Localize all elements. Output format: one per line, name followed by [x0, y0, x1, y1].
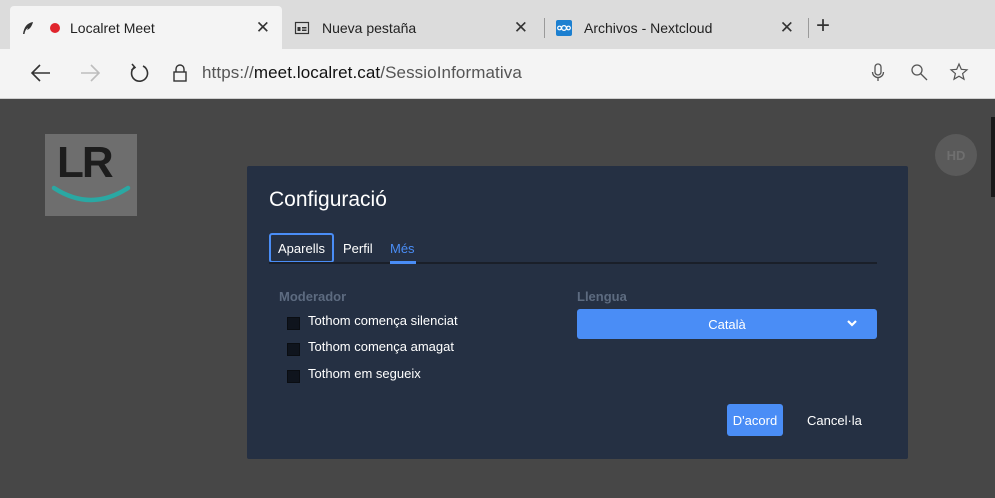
close-tab-icon[interactable]: ✕	[514, 18, 528, 38]
tab-localret-meet[interactable]: Localret Meet ✕	[10, 6, 282, 49]
language-select[interactable]: Català	[577, 309, 877, 339]
meeting-background: LR HD Configuració Aparells Perfil Més M…	[0, 99, 995, 498]
favorite-star-icon[interactable]	[949, 62, 969, 87]
settings-dialog: Configuració Aparells Perfil Més Moderad…	[247, 166, 908, 459]
tab-nueva-pestana[interactable]: Nueva pestaña ✕	[284, 6, 540, 49]
refresh-icon[interactable]	[128, 59, 150, 94]
url-scheme: https://	[202, 63, 254, 82]
checkbox-silenciat[interactable]	[287, 317, 300, 330]
chevron-down-icon	[845, 316, 859, 330]
forward-arrow-icon[interactable]	[79, 59, 101, 94]
tab-title: Archivos - Nextcloud	[584, 19, 713, 36]
checkbox-label: Tothom em segueix	[308, 366, 421, 381]
new-tab-button[interactable]: +	[816, 14, 830, 38]
url-path: /SessioInformativa	[380, 63, 522, 82]
avatar[interactable]: HD	[935, 134, 977, 176]
tab-title: Localret Meet	[70, 19, 155, 36]
url-field[interactable]: https://meet.localret.cat/SessioInformat…	[202, 63, 522, 83]
recording-dot-icon	[50, 22, 60, 33]
language-selected-value: Català	[708, 316, 746, 332]
tab-underline	[269, 262, 877, 264]
localret-logo: LR	[45, 134, 137, 216]
tab-perfil[interactable]: Perfil	[343, 233, 373, 263]
tab-separator	[808, 18, 809, 38]
checkbox-amagat[interactable]	[287, 343, 300, 356]
checkbox-label: Tothom comença silenciat	[308, 313, 458, 328]
tab-mes-indicator	[390, 261, 416, 264]
moderator-section-label: Moderador	[279, 289, 347, 304]
close-tab-icon[interactable]: ✕	[780, 18, 794, 38]
scrollbar-thumb[interactable]	[991, 117, 995, 197]
zoom-icon[interactable]	[910, 63, 930, 88]
ok-button[interactable]: D'acord	[727, 404, 783, 436]
lock-icon[interactable]	[172, 63, 188, 83]
feather-icon	[20, 20, 36, 36]
tab-separator	[544, 18, 545, 38]
address-toolbar: https://meet.localret.cat/SessioInformat…	[0, 49, 995, 99]
dialog-title: Configuració	[269, 188, 387, 211]
nextcloud-icon	[556, 19, 572, 36]
close-tab-icon[interactable]: ✕	[256, 18, 270, 38]
browser-tab-bar: Localret Meet ✕ Nueva pestaña ✕ Archivos…	[0, 0, 995, 49]
url-host: meet.localret.cat	[253, 63, 381, 82]
newtab-icon	[294, 20, 310, 36]
back-arrow-icon[interactable]	[30, 59, 52, 94]
checkbox-label: Tothom comença amagat	[308, 339, 454, 354]
logo-smile	[51, 185, 131, 203]
checkbox-segueix[interactable]	[287, 370, 300, 383]
cancel-button[interactable]: Cancel·la	[807, 404, 862, 436]
language-section-label: Llengua	[577, 289, 627, 304]
tab-archivos-nextcloud[interactable]: Archivos - Nextcloud ✕	[550, 6, 806, 49]
microphone-icon[interactable]	[871, 62, 885, 89]
tab-title: Nueva pestaña	[322, 19, 417, 36]
tab-aparells[interactable]: Aparells	[269, 233, 334, 263]
tab-mes[interactable]: Més	[390, 233, 415, 263]
